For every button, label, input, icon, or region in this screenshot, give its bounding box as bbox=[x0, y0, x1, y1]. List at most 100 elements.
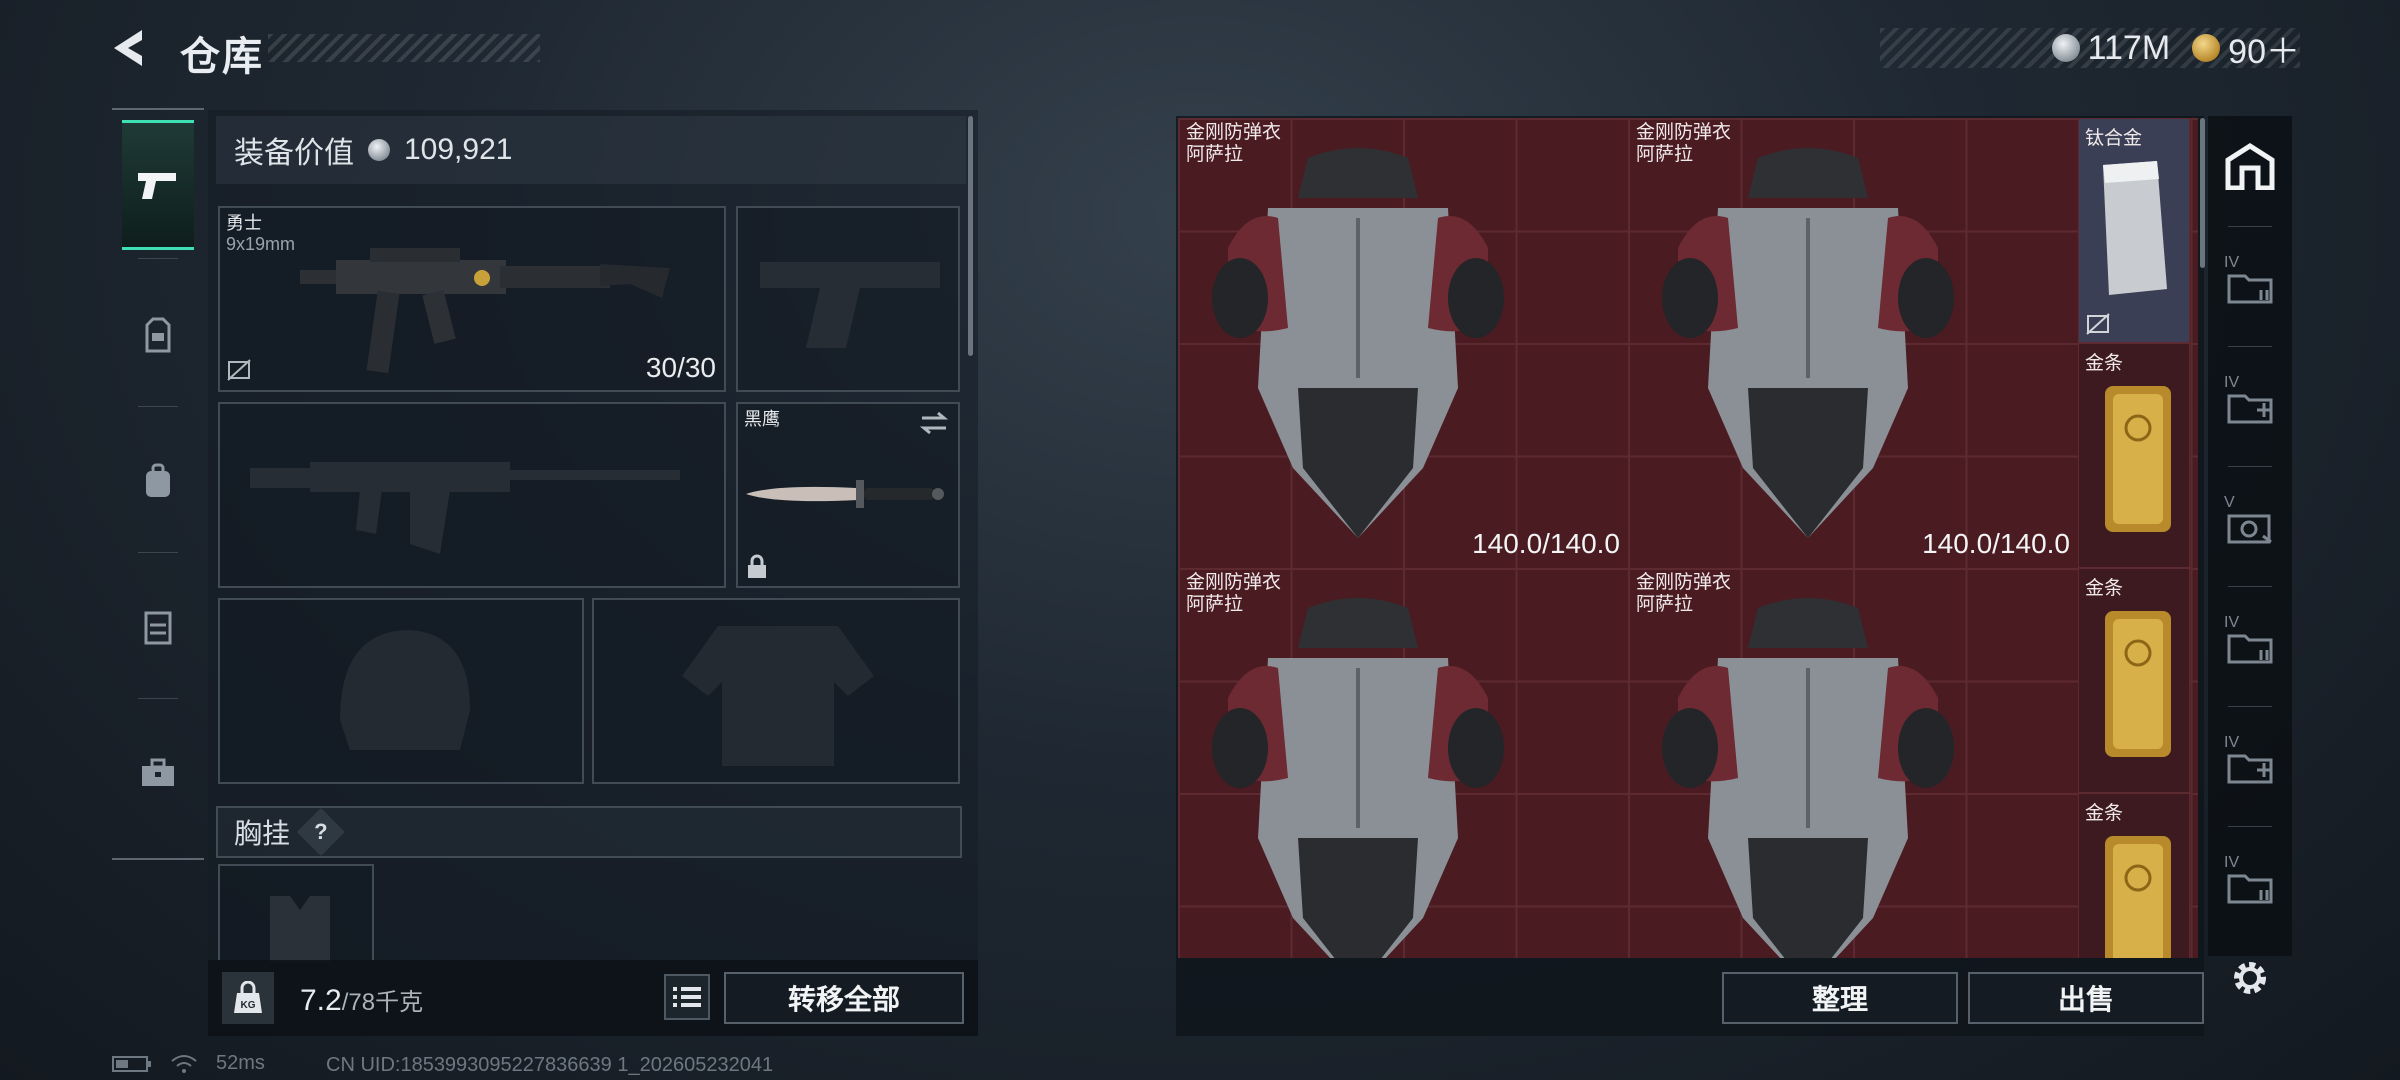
gear-icon bbox=[2234, 962, 2266, 994]
chest-rig-label: 胸挂 bbox=[234, 818, 291, 849]
nav-storage-case[interactable]: IV bbox=[2216, 836, 2284, 936]
title-decoration bbox=[268, 34, 540, 62]
item-name: 金条 bbox=[2085, 353, 2124, 374]
storage-case-icon bbox=[2227, 634, 2273, 664]
currency-gold[interactable]: 90＋ bbox=[2192, 24, 2300, 73]
nav-main-stash[interactable] bbox=[2216, 116, 2284, 216]
svg-text:KG: KG bbox=[241, 1000, 256, 1011]
status-bar: 52ms bbox=[112, 1052, 265, 1075]
stash-item-armor[interactable]: 金刚防弹衣 阿萨拉 140.0/140.0 bbox=[1628, 118, 2078, 568]
melee-name: 黑鹰 bbox=[744, 409, 780, 429]
rifle-silhouette-icon bbox=[250, 462, 680, 554]
weapon-caliber: 9x19mm bbox=[226, 234, 296, 254]
helmet-icon bbox=[145, 317, 171, 353]
chest-rig-slot[interactable] bbox=[218, 864, 374, 962]
helmet-slot[interactable] bbox=[218, 598, 584, 784]
nav-weapons[interactable] bbox=[122, 120, 194, 250]
silver-coin-icon bbox=[2051, 34, 2080, 62]
silver-coin-icon bbox=[368, 139, 390, 161]
pistol-icon bbox=[138, 173, 176, 199]
organize-button[interactable]: 整理 bbox=[1722, 972, 1958, 1024]
currency-gold-value: 90＋ bbox=[2228, 32, 2300, 71]
help-icon[interactable]: ? bbox=[296, 807, 346, 857]
chest-rig-icon bbox=[144, 611, 172, 645]
kettlebell-icon: KG bbox=[234, 981, 262, 1013]
stash-item-gold-bar[interactable]: 金条 bbox=[2078, 568, 2190, 793]
body-armor-icon bbox=[1662, 148, 1954, 538]
carry-weight-max: /78千克 bbox=[341, 989, 424, 1016]
equipment-category-nav bbox=[112, 108, 204, 860]
helmet-silhouette-icon bbox=[340, 630, 470, 750]
stash-item-armor[interactable]: 金刚防弹衣 阿萨拉 bbox=[1178, 568, 1628, 958]
stash-item-armor[interactable]: 金刚防弹衣 阿萨拉 140.0/140.0 bbox=[1178, 118, 1628, 568]
swap-icon[interactable] bbox=[918, 410, 950, 436]
knife-icon bbox=[746, 480, 944, 508]
body-armor-icon bbox=[1212, 148, 1504, 538]
gold-coin-icon bbox=[2192, 34, 2221, 62]
list-view-button[interactable] bbox=[664, 974, 710, 1020]
stash-item-gold-bar[interactable]: 金条 bbox=[2078, 793, 2190, 958]
toolbox-icon bbox=[142, 758, 174, 786]
currency-silver[interactable]: 117M bbox=[2051, 28, 2171, 68]
page-title: 仓库 bbox=[180, 35, 264, 79]
storage-nav: IV IV V IV IV IV bbox=[2208, 116, 2292, 956]
transfer-all-button[interactable]: 转移全部 bbox=[724, 972, 964, 1024]
sell-button[interactable]: 出售 bbox=[1968, 972, 2204, 1024]
equipment-value-label: 装备价值 bbox=[234, 137, 354, 170]
equipment-scrollbar[interactable] bbox=[968, 116, 973, 356]
gold-bar-icon bbox=[2105, 836, 2171, 958]
chest-rig-silhouette-icon bbox=[270, 896, 330, 962]
back-arrow-icon bbox=[114, 30, 142, 66]
nav-toolbox[interactable] bbox=[122, 708, 194, 838]
nav-chest-rig[interactable] bbox=[122, 562, 194, 692]
currency-silver-value: 117M bbox=[2087, 28, 2171, 67]
pistol-silhouette-icon bbox=[760, 262, 940, 348]
item-name: 金条 bbox=[2085, 803, 2124, 824]
gold-bar-icon bbox=[2105, 386, 2171, 532]
body-armor-icon bbox=[1212, 598, 1504, 958]
armor-silhouette-icon bbox=[682, 626, 874, 766]
item-durability: 140.0/140.0 bbox=[1472, 528, 1620, 559]
nav-storage-case[interactable]: IV bbox=[2216, 596, 2284, 696]
equipment-value-bar: 装备价值 109,921 bbox=[216, 116, 966, 184]
stash-item-gold-bar[interactable]: 金条 bbox=[2078, 343, 2190, 568]
backpack-icon bbox=[146, 463, 170, 497]
secondary-weapon-slot[interactable] bbox=[218, 402, 726, 588]
stash-scrollbar[interactable] bbox=[2200, 118, 2205, 268]
lock-icon bbox=[748, 554, 766, 578]
nav-storage-case[interactable]: IV bbox=[2216, 236, 2284, 336]
armor-slot[interactable] bbox=[592, 598, 960, 784]
tool-case-icon bbox=[2227, 514, 2272, 544]
ping-value: 52ms bbox=[216, 1052, 265, 1074]
nav-tool-case[interactable]: V bbox=[2216, 476, 2284, 576]
weapon-name: 勇士 bbox=[226, 213, 262, 233]
nav-medical-case[interactable]: IV bbox=[2216, 356, 2284, 456]
not-insured-icon bbox=[2086, 313, 2110, 335]
stash-item-armor[interactable]: 金刚防弹衣 阿萨拉 bbox=[1628, 568, 2078, 958]
settings-button[interactable] bbox=[2222, 950, 2278, 1006]
equipment-value: 109,921 bbox=[404, 133, 513, 166]
medical-case-icon bbox=[2227, 754, 2273, 784]
primary-weapon-slot[interactable]: 勇士 9x19mm 30/30 bbox=[218, 206, 726, 392]
item-name: 钛合金 bbox=[2085, 128, 2143, 149]
item-name: 金条 bbox=[2085, 578, 2124, 599]
back-button[interactable] bbox=[108, 26, 152, 70]
pistol-slot[interactable] bbox=[736, 206, 960, 392]
not-insured-icon bbox=[227, 359, 251, 381]
storage-case-icon bbox=[2227, 874, 2273, 904]
titanium-plate-icon bbox=[2103, 161, 2167, 295]
stash-item-titanium[interactable]: 钛合金 bbox=[2078, 118, 2190, 343]
body-armor-icon bbox=[1662, 598, 1954, 958]
gold-bar-icon bbox=[2105, 611, 2171, 757]
battery-icon bbox=[112, 1055, 151, 1072]
melee-slot[interactable]: 黑鹰 bbox=[736, 402, 960, 588]
nav-medical-case[interactable]: IV bbox=[2216, 716, 2284, 816]
nav-helmet[interactable] bbox=[122, 270, 194, 400]
weight-icon: KG bbox=[222, 972, 274, 1024]
nav-backpack[interactable] bbox=[122, 416, 194, 546]
medical-case-icon bbox=[2227, 394, 2273, 424]
user-uid: CN UID:1853993095227836639 1_20260523204… bbox=[326, 1054, 774, 1076]
weapon-ammo-count: 30/30 bbox=[645, 352, 716, 383]
wifi-icon bbox=[171, 1054, 197, 1073]
carry-weight-current: 7.2 bbox=[300, 984, 342, 1017]
